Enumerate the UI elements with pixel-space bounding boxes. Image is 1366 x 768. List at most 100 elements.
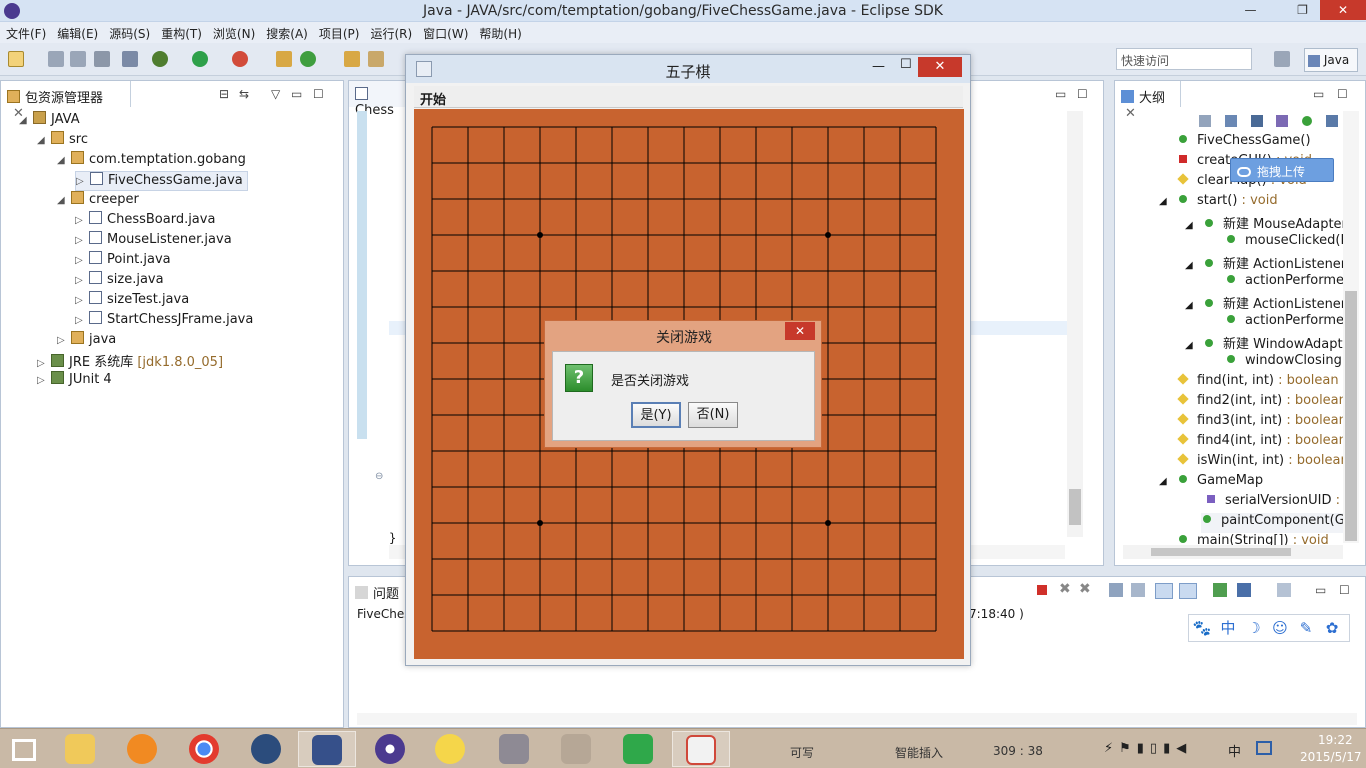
editor-tab[interactable]: Chess [349,81,409,118]
maximize-view-icon[interactable]: ☐ [1337,87,1348,101]
save-icon[interactable] [48,51,64,67]
collapse-all-icon[interactable] [1199,114,1211,127]
package-explorer-tab[interactable]: 包资源管理器 ✕ [1,81,131,121]
drag-upload-button[interactable]: 拖拽上传 [1230,158,1334,182]
taskbar-uc-browser[interactable] [114,731,172,767]
yes-button[interactable]: 是(Y) [631,402,681,428]
outline-item[interactable]: ◢ 新建 ActionListener( [1185,293,1351,313]
menu-refactor[interactable]: 重构(T) [155,22,207,42]
gobang-maximize-button[interactable]: ☐ [900,57,912,72]
no-button[interactable]: 否(N) [688,402,738,428]
display-console-icon[interactable] [1237,583,1251,597]
outline-item[interactable]: ◢ GameMap [1159,473,1263,493]
new-java-project-icon[interactable] [276,51,292,67]
taskbar-flower-app[interactable] [422,731,480,767]
collapse-arrow-icon[interactable]: ▷ [57,335,71,346]
menu-navigate[interactable]: 浏览(N) [207,22,260,42]
remove-all-icon[interactable]: ✖ [1079,581,1091,597]
menu-file[interactable]: 文件(F) [0,22,51,42]
minimize-button[interactable]: — [1237,0,1264,20]
tree-item-startchessjframe[interactable]: ▷ StartChessJFrame.java [75,311,253,331]
minimize-view-icon[interactable]: ▭ [1055,87,1066,101]
open-perspective-icon[interactable] [1274,51,1290,67]
taskbar-eclipse[interactable] [362,731,420,767]
collapse-all-icon[interactable]: ⊟ [219,87,229,101]
fold-icon[interactable]: ⊖ [375,471,383,482]
debug-icon[interactable] [152,51,168,67]
quick-access-input[interactable]: 快速访问 [1116,48,1252,70]
expand-arrow-icon[interactable]: ◢ [57,195,71,206]
open-type-icon[interactable] [344,51,360,67]
maximize-view-icon[interactable]: ☐ [313,87,324,101]
external-tools-icon[interactable] [232,51,248,67]
outline-item[interactable]: ◢ start() : void [1159,193,1278,213]
outline-item[interactable]: windowClosing [1227,353,1342,373]
collapse-arrow-icon[interactable]: ▷ [76,176,90,187]
collapse-arrow-icon[interactable]: ▷ [75,255,89,266]
menu-window[interactable]: 窗口(W) [417,22,473,42]
vertical-scrollbar[interactable] [1067,111,1083,537]
ime-moon-icon[interactable]: ☽ [1241,615,1267,641]
close-button[interactable]: ✕ [1320,0,1366,20]
collapse-arrow-icon[interactable]: ▷ [75,315,89,326]
menu-edit[interactable]: 编辑(E) [51,22,103,42]
scrollbar-thumb[interactable] [1345,291,1357,541]
pin-console-icon[interactable] [1131,583,1145,597]
horizontal-scrollbar[interactable] [1123,545,1343,559]
tray-keyboard-icon[interactable] [1256,741,1272,755]
hide-nonpublic-icon[interactable] [1302,115,1313,126]
outline-item[interactable]: actionPerforme [1227,313,1344,333]
save-all-icon[interactable] [70,51,86,67]
taskbar-explorer[interactable] [52,731,110,767]
hide-fields-icon[interactable] [1250,114,1263,127]
hide-static-icon[interactable] [1276,114,1289,127]
link-editor-icon[interactable]: ⇆ [239,87,249,101]
dialog-close-button[interactable]: ✕ [785,322,815,340]
taskbar-cat-app[interactable] [548,731,606,767]
gobang-minimize-button[interactable]: — [872,59,885,74]
scroll-lock-icon[interactable] [1109,583,1123,597]
tree-item-src[interactable]: ◢ src [37,131,88,151]
outline-item[interactable]: find4(int, int) : boolean [1177,433,1347,453]
outline-item[interactable]: FiveChessGame() [1179,133,1311,153]
view-menu-icon[interactable]: ▽ [271,87,280,101]
clock-time[interactable]: 19:22 [1318,733,1353,747]
outline-item[interactable]: find3(int, int) : boolean [1177,413,1347,433]
remove-launch-icon[interactable]: ✖ [1059,581,1071,597]
collapse-arrow-icon[interactable]: ▷ [37,358,51,369]
tray-ime-indicator[interactable]: 中 [1228,741,1241,760]
tree-item-package-creeper[interactable]: ◢ creeper [57,191,139,211]
clear-console-icon[interactable] [1155,583,1173,599]
tree-item-package-java[interactable]: ▷ java [57,331,116,351]
outline-item[interactable]: serialVersionUID : l [1207,493,1348,513]
clock-date[interactable]: 2015/5/17 [1300,750,1362,764]
word-wrap-icon[interactable] [1179,583,1197,599]
restore-button[interactable]: ❐ [1289,0,1316,20]
outline-item[interactable]: find(int, int) : boolean [1177,373,1339,393]
taskbar-s-app[interactable] [610,731,668,767]
maximize-view-icon[interactable]: ☐ [1339,583,1350,597]
problems-tab[interactable]: 问题 [349,577,409,603]
collapse-arrow-icon[interactable]: ▷ [75,235,89,246]
menu-run[interactable]: 运行(R) [364,22,417,42]
outline-item[interactable]: ◢ 新建 WindowAdapte [1185,333,1351,353]
ime-chinese-toggle[interactable]: 中 [1215,615,1241,641]
vertical-scrollbar[interactable] [1343,111,1359,543]
new-class-icon[interactable] [300,51,316,67]
new-icon[interactable] [8,51,24,67]
outline-item[interactable]: paintComponent(Gr [1201,513,1353,533]
skip-breakpoints-icon[interactable] [122,51,138,67]
collapse-arrow-icon[interactable]: ▷ [75,215,89,226]
scrollbar-thumb[interactable] [1069,489,1081,525]
tree-item-chessboard[interactable]: ▷ ChessBoard.java [75,211,215,231]
minimize-view-icon[interactable]: ▭ [291,87,302,101]
sort-icon[interactable] [1224,114,1237,127]
expand-arrow-icon[interactable]: ◢ [19,115,33,126]
start-button[interactable] [0,731,48,767]
outline-item[interactable]: find2(int, int) : boolean [1177,393,1347,413]
collapse-arrow-icon[interactable]: ▷ [37,375,51,386]
menu-project[interactable]: 项目(P) [313,22,365,42]
tree-item-size[interactable]: ▷ size.java [75,271,164,291]
tree-item-jre[interactable]: ▷ JRE 系统库 [jdk1.8.0_05] [37,351,223,371]
horizontal-scrollbar[interactable] [357,713,1357,725]
